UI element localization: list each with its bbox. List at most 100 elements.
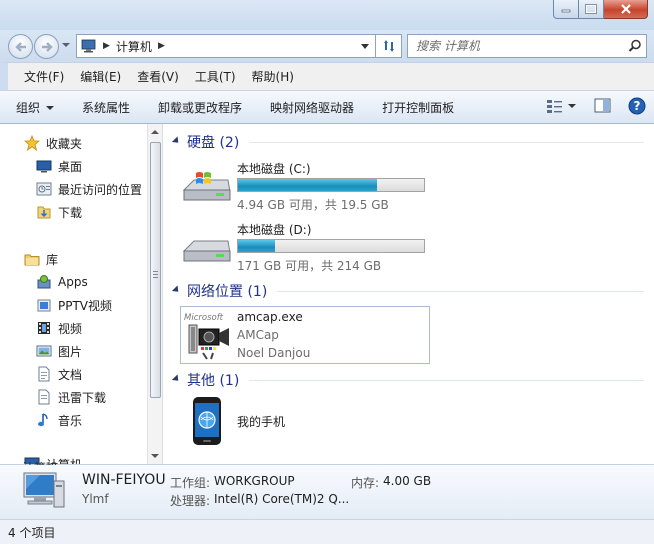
address-separator[interactable]: ▶ (103, 41, 110, 51)
workgroup-value: WORKGROUP (214, 474, 295, 488)
maximize-button[interactable] (579, 0, 604, 19)
group-header-network[interactable]: 网络位置 (1) (171, 281, 644, 301)
forward-button[interactable] (34, 34, 59, 59)
network-item-amcap[interactable]: Microsoft amcap.exe AMCap Noel Danjou (180, 306, 430, 364)
drive-c-usage-fill (238, 179, 377, 191)
windows-drive-icon (182, 172, 231, 201)
view-dropdown-icon[interactable] (568, 104, 576, 108)
group-header-other[interactable]: 其他 (1) (171, 370, 644, 390)
drive-d-info: 171 GB 可用，共 214 GB (237, 259, 382, 273)
close-icon (620, 4, 631, 14)
drive-c[interactable]: 本地磁盘 (C:) 4.94 GB 可用，共 19.5 GB (182, 160, 442, 212)
group-header-hdd[interactable]: 硬盘 (2) (171, 132, 644, 152)
menu-edit[interactable]: 编辑(E) (72, 63, 129, 91)
close-button[interactable] (604, 0, 648, 19)
menu-tools[interactable]: 工具(T) (187, 63, 244, 91)
back-arrow-icon (14, 41, 26, 52)
music-note-icon (38, 413, 48, 427)
search-icon[interactable] (628, 39, 642, 53)
nav-recent-label: 最近访问的位置 (58, 182, 143, 197)
user-name: Ylmf (82, 492, 109, 506)
drive-d[interactable]: 本地磁盘 (D:) 171 GB 可用，共 214 GB (182, 221, 442, 273)
amcap-camera-icon: Microsoft (184, 313, 229, 360)
nav-lib-music[interactable]: 音乐 (36, 410, 82, 430)
minimize-icon (561, 9, 571, 13)
menu-bar: 文件(F) 编辑(E) 查看(V) 工具(T) 帮助(H) (0, 62, 654, 90)
nav-computer-cutoff: 计算机 (22, 459, 58, 465)
minimize-button[interactable] (553, 0, 579, 19)
view-options-icon[interactable] (546, 98, 564, 114)
uninstall-program-button[interactable]: 卸载或更改程序 (158, 99, 242, 116)
address-bar[interactable]: ▶ 计算机 ▶ (76, 34, 376, 58)
drive-c-info: 4.94 GB 可用，共 19.5 GB (237, 198, 389, 212)
nav-lib-documents[interactable]: 文档 (36, 364, 82, 384)
mobile-phone-label[interactable]: 我的手机 (237, 413, 285, 430)
scroll-up-icon[interactable] (151, 130, 159, 134)
nav-recent-places[interactable]: 最近访问的位置 (36, 179, 142, 199)
nav-downloads[interactable]: 下载 (36, 202, 82, 222)
nav-scrollbar[interactable] (147, 124, 162, 464)
refresh-button[interactable] (376, 34, 402, 58)
item-count: 4 个项目 (8, 525, 56, 540)
hard-drive-icon (182, 240, 231, 262)
downloads-folder-icon (37, 206, 51, 219)
map-network-drive-button[interactable]: 映射网络驱动器 (270, 99, 354, 116)
search-box[interactable] (407, 34, 647, 58)
recent-pages-dropdown[interactable] (62, 43, 70, 47)
mobile-phone-icon[interactable] (190, 396, 224, 446)
nav-desktop[interactable]: 桌面 (36, 156, 82, 176)
scroll-thumb[interactable] (150, 142, 161, 398)
nav-lib-thunder[interactable]: 迅雷下载 (36, 387, 106, 407)
menu-view[interactable]: 查看(V) (129, 63, 187, 91)
drive-d-name: 本地磁盘 (D:) (237, 223, 312, 237)
star-icon (24, 135, 40, 151)
group-divider (249, 379, 644, 381)
nav-lib-pictures[interactable]: 图片 (36, 341, 82, 361)
preview-pane-icon[interactable] (594, 98, 612, 114)
address-dropdown[interactable] (361, 44, 369, 49)
workgroup-label: 工作组: (170, 476, 211, 490)
nav-lib-pptv[interactable]: PPTV视频 (36, 295, 112, 315)
address-separator-trailing[interactable]: ▶ (158, 41, 165, 51)
nav-lib-apps-label: Apps (58, 275, 88, 289)
search-input[interactable] (416, 35, 616, 57)
nav-libraries[interactable]: 库 (24, 249, 58, 269)
nav-lib-music-label: 音乐 (58, 413, 83, 428)
group-divider (277, 290, 644, 292)
pptv-library-icon (37, 299, 51, 312)
chevron-down-icon (46, 106, 55, 110)
library-icon (24, 254, 40, 266)
forward-arrow-icon (41, 41, 53, 52)
open-control-panel-button[interactable]: 打开控制面板 (382, 99, 454, 116)
nav-downloads-label: 下载 (58, 205, 83, 220)
desktop-icon (36, 160, 52, 173)
video-library-icon (38, 322, 50, 334)
navigation-pane: 收藏夹 桌面 最近访问的位置 下载 库 Apps PPTV视频 视频 图片 文档… (0, 124, 163, 464)
collapse-triangle-icon (171, 374, 182, 384)
menu-file[interactable]: 文件(F) (16, 63, 72, 91)
help-icon[interactable]: ? (628, 97, 646, 115)
system-properties-button[interactable]: 系统属性 (82, 99, 130, 116)
address-row: ▶ 计算机 ▶ (0, 30, 654, 62)
processor-value: Intel(R) Core(TM)2 Q... (214, 492, 350, 506)
nav-lib-video-label: 视频 (58, 321, 83, 336)
processor-label: 处理器: (170, 494, 211, 508)
back-button[interactable] (8, 34, 33, 59)
nav-lib-thunder-label: 迅雷下载 (58, 390, 107, 405)
organize-button[interactable]: 组织 (16, 99, 55, 116)
documents-library-icon (38, 366, 50, 382)
scroll-down-icon[interactable] (151, 454, 159, 458)
nav-lib-video[interactable]: 视频 (36, 318, 82, 338)
nav-lib-documents-label: 文档 (58, 367, 83, 382)
details-pane: 计算机 WIN-FEIYOU 工作组: WORKGROUP 内存: 4.00 G… (0, 461, 654, 519)
memory-value: 4.00 GB (383, 474, 432, 488)
menu-help[interactable]: 帮助(H) (244, 63, 302, 91)
network-item-description: AMCap (237, 328, 279, 342)
nav-lib-apps[interactable]: Apps (36, 272, 88, 292)
group-divider (249, 141, 644, 143)
svg-text:?: ? (634, 99, 641, 113)
address-location[interactable]: 计算机 (116, 38, 152, 55)
computer-icon (81, 39, 96, 53)
nav-favorites[interactable]: 收藏夹 (24, 133, 82, 153)
caption-buttons (553, 0, 648, 19)
